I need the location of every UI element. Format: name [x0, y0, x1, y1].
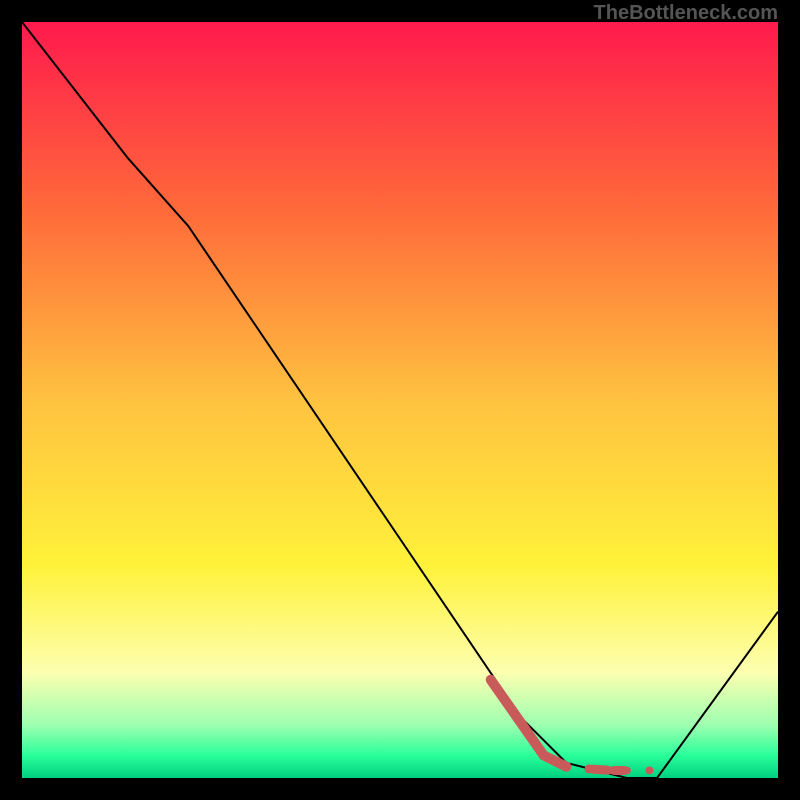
curve-layer [22, 22, 778, 778]
highlight-segment [491, 680, 567, 767]
chart-container: TheBottleneck.com [0, 0, 800, 800]
watermark-text: TheBottleneck.com [594, 2, 778, 25]
plot-area [22, 22, 778, 778]
bottleneck-curve [22, 22, 778, 778]
highlight-dots [561, 762, 653, 775]
